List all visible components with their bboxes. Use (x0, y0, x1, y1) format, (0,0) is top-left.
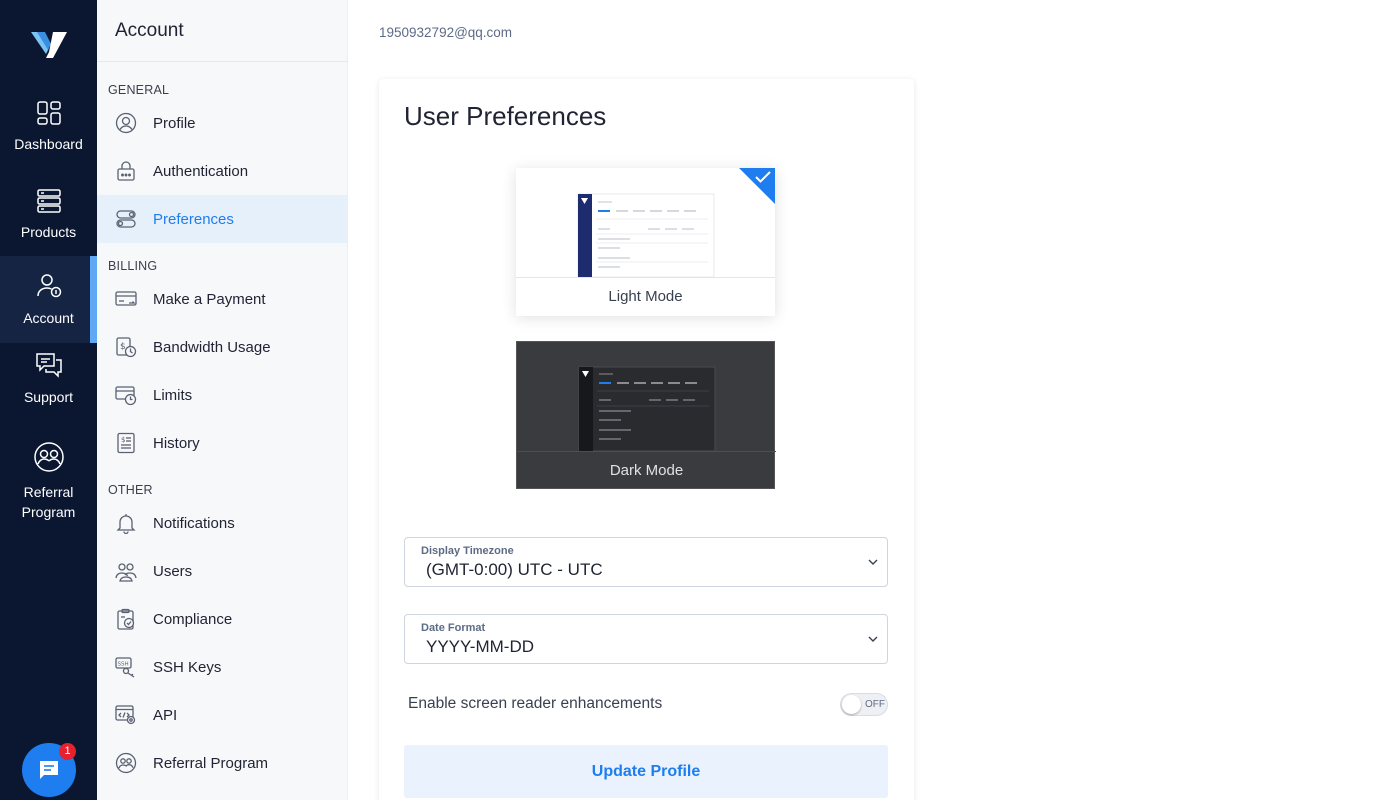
sidebar-item-label: Make a Payment (153, 290, 266, 308)
ssh-key-icon: SSH (115, 657, 135, 678)
sidebar-item-label: History (153, 434, 200, 452)
sidebar-item-bandwidth-usage[interactable]: $ Bandwidth Usage (97, 323, 348, 371)
sidebar-item-authentication[interactable]: Authentication (97, 147, 348, 195)
sidebar-item-label: Bandwidth Usage (153, 338, 271, 356)
rail-item-dashboard[interactable]: Dashboard (0, 96, 97, 172)
svg-text:SSH: SSH (118, 662, 129, 668)
rail-item-label: Support (23, 389, 74, 405)
dashboard-icon (36, 101, 61, 125)
compliance-icon (117, 608, 135, 630)
profile-icon (115, 112, 137, 134)
sidebar-item-label: API (153, 706, 178, 724)
sidebar-divider (97, 61, 348, 62)
light-mode-option[interactable]: Light Mode (516, 168, 775, 316)
toggles-icon (116, 210, 136, 228)
screen-reader-label: Enable screen reader enhancements (408, 695, 663, 712)
vultr-logo[interactable] (31, 28, 67, 62)
lock-icon (117, 161, 135, 181)
timezone-label: Display Timezone (421, 545, 514, 557)
sidebar-item-make-a-payment[interactable]: Make a Payment (97, 275, 348, 323)
sidebar-title: Account (115, 20, 184, 41)
support-icon (35, 353, 62, 378)
sidebar-item-history[interactable]: $ History (97, 419, 348, 467)
sidebar-item-limits[interactable]: Limits (97, 371, 348, 419)
rail-item-account[interactable]: Account (0, 256, 97, 343)
section-header-billing: BILLING (108, 259, 158, 273)
sidebar-item-compliance[interactable]: Compliance (97, 595, 348, 643)
history-icon: $ (117, 432, 135, 454)
light-mode-preview (516, 168, 775, 277)
screen-reader-toggle[interactable]: OFF (840, 693, 888, 716)
sidebar-item-label: Compliance (153, 610, 233, 628)
account-sidebar: Account GENERAL Profile Authentication P… (97, 0, 348, 800)
page-title: User Preferences (404, 101, 607, 131)
check-icon (755, 171, 771, 183)
bell-icon (116, 514, 136, 534)
dark-mode-option[interactable]: Dark Mode (516, 341, 776, 490)
sidebar-item-notifications[interactable]: Notifications (97, 499, 348, 547)
light-mode-label: Light Mode (516, 277, 775, 316)
date-format-value: YYYY-MM-DD (426, 637, 534, 656)
rail-item-referral[interactable]: Referral Program (0, 440, 97, 524)
sidebar-item-label: SSH Keys (153, 658, 222, 676)
toggle-knob (842, 695, 861, 714)
sidebar-item-profile[interactable]: Profile (97, 99, 348, 147)
sidebar-item-users[interactable]: Users (97, 547, 348, 595)
sidebar-item-label: Preferences (153, 210, 234, 228)
users-icon (115, 563, 137, 582)
user-email: 1950932792@qq.com (379, 25, 513, 40)
chevron-down-icon (868, 636, 878, 642)
referral-icon (33, 442, 64, 472)
date-format-label: Date Format (421, 622, 486, 634)
notification-badge: 1 (59, 743, 76, 760)
sidebar-item-label: Authentication (153, 162, 249, 180)
sidebar-item-label: Notifications (153, 514, 235, 532)
rail-item-label: Account (23, 310, 74, 326)
sidebar-item-label: Profile (153, 114, 196, 132)
sidebar-item-label: Referral Program (153, 754, 269, 772)
rail-item-label: Referral (23, 484, 74, 500)
sidebar-item-label: Users (153, 562, 193, 580)
dark-mode-label: Dark Mode (517, 451, 776, 490)
credit-card-icon (115, 291, 137, 306)
rail-item-products[interactable]: Products (0, 184, 97, 254)
rail-item-label-line2: Program (21, 504, 76, 520)
sidebar-item-label: Limits (153, 386, 193, 404)
chevron-down-icon (868, 559, 878, 565)
rail-item-label: Dashboard (14, 136, 83, 152)
section-header-general: GENERAL (108, 83, 170, 97)
referral-icon (115, 752, 137, 774)
timezone-value: (GMT-0:00) UTC - UTC (426, 560, 603, 579)
api-icon (115, 705, 136, 725)
account-icon (36, 274, 61, 298)
main-nav-rail: Dashboard Products Account Support Refer… (0, 0, 97, 800)
sidebar-item-referral-program[interactable]: Referral Program (97, 739, 348, 787)
section-header-other: OTHER (108, 483, 153, 497)
toggle-state-label: OFF (865, 699, 885, 710)
products-icon (36, 189, 61, 213)
svg-text:$: $ (121, 436, 125, 444)
svg-text:$: $ (120, 342, 126, 352)
user-preferences-card: User Preferences Light Mode Dark Mode Di… (379, 79, 914, 800)
date-format-select[interactable]: Date Format YYYY-MM-DD (404, 614, 888, 664)
timezone-select[interactable]: Display Timezone (GMT-0:00) UTC - UTC (404, 537, 888, 587)
limits-icon (115, 386, 137, 406)
rail-item-label: Products (20, 224, 77, 240)
sidebar-item-api[interactable]: API (97, 691, 348, 739)
rail-item-support[interactable]: Support (0, 351, 97, 415)
update-profile-button[interactable]: Update Profile (404, 745, 888, 798)
chat-icon (40, 761, 58, 779)
bandwidth-icon: $ (116, 337, 137, 358)
dark-mode-preview (517, 342, 776, 451)
sidebar-item-ssh-keys[interactable]: SSH SSH Keys (97, 643, 348, 691)
sidebar-item-preferences[interactable]: Preferences (97, 195, 348, 243)
